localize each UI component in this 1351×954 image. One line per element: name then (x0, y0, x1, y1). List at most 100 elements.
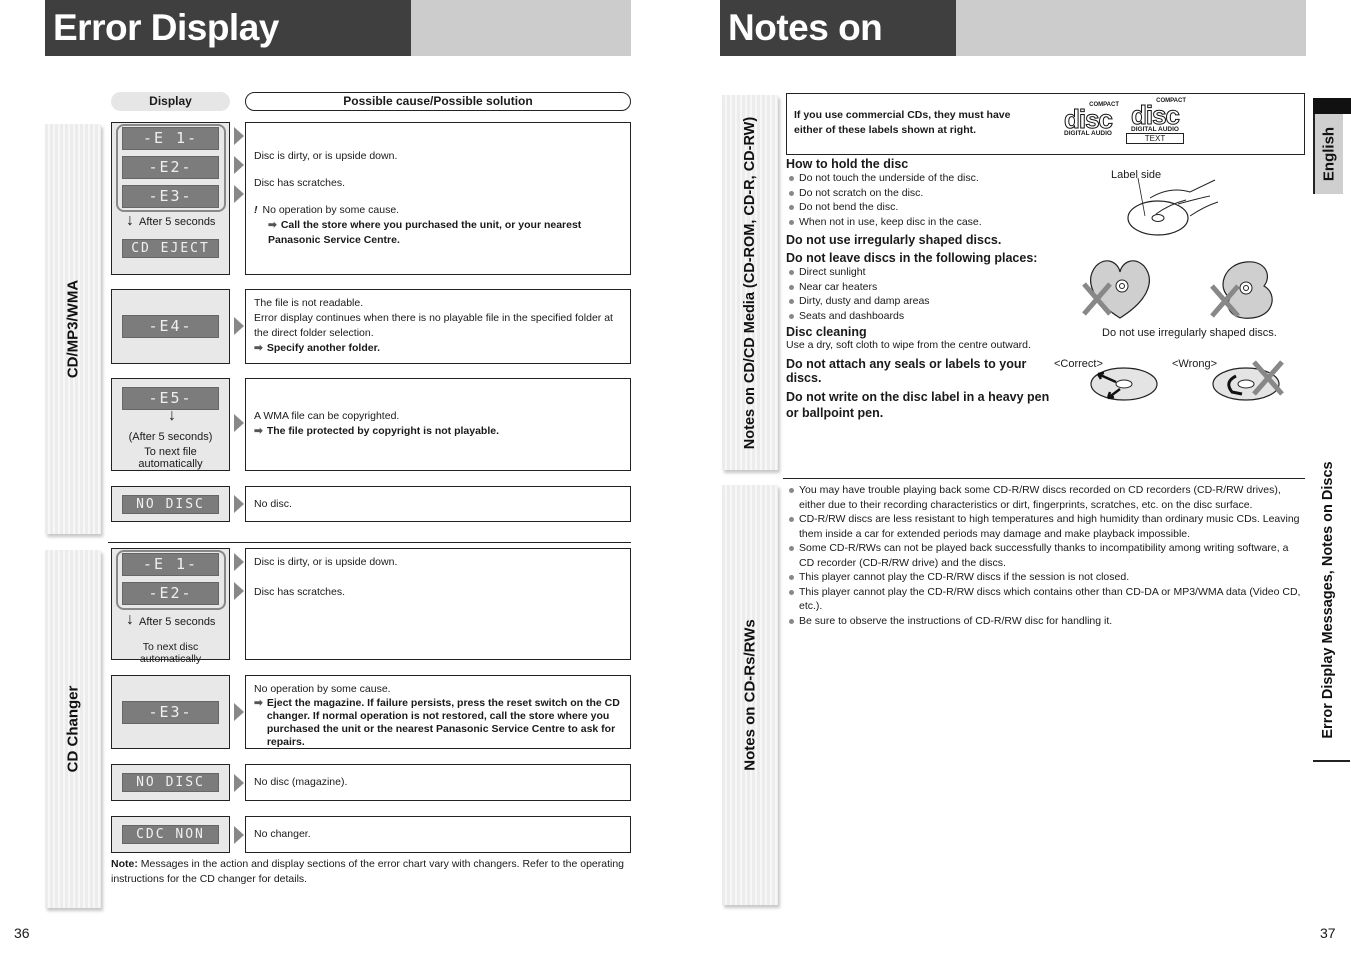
lcd-display: -E2- (122, 582, 219, 605)
display-cell: -E3- (111, 675, 230, 749)
logo-main-text: disc (1130, 100, 1180, 130)
arrow-right-icon: ➡ (254, 697, 263, 709)
list-item: This player cannot play the CD-R/RW disc… (786, 570, 1304, 585)
display-column-header: Display (111, 92, 230, 111)
list-item: This player cannot play the CD-R/RW disc… (786, 585, 1304, 614)
compact-disc-logo: COMPACT disc DIGITAL AUDIO (1057, 102, 1119, 137)
section-label: CD Changer (64, 685, 82, 773)
logo-main-text: disc (1063, 104, 1113, 134)
down-arrow-icon: ↓ (168, 407, 176, 424)
after-label: (After 5 seconds) (128, 431, 213, 443)
hand-holding-disc-illustration (1127, 177, 1219, 236)
list-item: Some CD-R/RWs can not be played back suc… (786, 541, 1304, 570)
lcd-display: -E 1- (122, 127, 219, 150)
pointer-icon (234, 703, 244, 721)
message-text: Disc has scratches. (254, 177, 346, 189)
irregular-caption: Do not use irregularly shaped discs. (1102, 327, 1277, 339)
cleaning-heading: Disc cleaning (786, 325, 867, 339)
after-note: To next disc automatically (139, 641, 202, 665)
display-cell: NO DISC (111, 764, 230, 801)
section-tab-cd-rs-rws: Notes on CD-Rs/RWs (722, 485, 778, 905)
heart-disc-wrong-illustration (1082, 260, 1150, 319)
section-label: Notes on CD/CD Media (CD-ROM, CD-R, CD-R… (742, 116, 758, 449)
list-item: Direct sunlight (786, 265, 1051, 280)
list-item: Be sure to observe the instructions of C… (786, 614, 1304, 629)
language-tab: English (1313, 114, 1343, 194)
pen-heading: Do not write on the disc label in a heav… (786, 390, 1050, 420)
after-note: To next file automatically (138, 446, 203, 470)
list-item: Seats and dashboards (786, 309, 1051, 324)
list-item: Dirty, dusty and damp areas (786, 294, 1051, 309)
logo-bottom-text: DIGITAL AUDIO (1064, 130, 1112, 137)
pointer-icon (234, 317, 244, 335)
pointer-icon (234, 826, 244, 844)
message-text: A WMA file can be copyrighted. (254, 410, 400, 422)
note-text: Messages in the action and display secti… (111, 858, 625, 885)
display-cell: -E4- (111, 289, 230, 364)
message-text: No disc (magazine). (254, 776, 348, 788)
message-text: Disc has scratches. (254, 586, 346, 598)
list-item: Do not touch the underside of the disc. (786, 171, 1051, 186)
pointer-icon (234, 582, 244, 600)
pointer-icon (234, 414, 244, 432)
wrong-wipe-illustration (1212, 360, 1284, 401)
section-divider (783, 478, 1305, 479)
side-footer-rule (1313, 760, 1350, 762)
odd-shape-disc-wrong-illustration (1210, 261, 1273, 319)
seals-heading: Do not attach any seals or labels to you… (786, 357, 1027, 385)
message-text: Disc is dirty, or is upside down. (254, 150, 398, 162)
list-item: When not in use, keep disc in the case. (786, 215, 1051, 230)
compact-disc-text-logo: COMPACT disc DIGITAL AUDIO TEXT (1124, 98, 1186, 144)
message-text: Error display continues when there is no… (254, 312, 613, 339)
display-cell: CDC NON (111, 816, 230, 853)
message-cell: No disc. (245, 486, 631, 522)
language-tab-top (1313, 98, 1351, 114)
lcd-display: NO DISC (122, 773, 219, 792)
message-text: No changer. (254, 828, 311, 840)
section-tab-cd-media: Notes on CD/CD Media (CD-ROM, CD-R, CD-R… (722, 95, 778, 470)
logo-extra-text: TEXT (1126, 133, 1184, 144)
message-text: Disc is dirty, or is upside down. (254, 556, 398, 568)
how-to-hold-list: Do not touch the underside of the disc. … (786, 171, 1051, 229)
list-item: Do not bend the disc. (786, 200, 1051, 215)
places-heading: Do not leave discs in the following plac… (786, 251, 1038, 265)
message-text: No disc. (254, 498, 292, 510)
pointer-icon (234, 553, 244, 571)
message-cell: Disc is dirty, or is upside down. Disc h… (245, 548, 631, 660)
display-cell: NO DISC (111, 486, 230, 522)
action-text: Specify another folder. (266, 342, 381, 354)
section-tab-cd-mp3-wma: CD/MP3/WMA (45, 124, 101, 534)
lcd-display: CDC NON (122, 825, 219, 844)
lcd-display: NO DISC (122, 495, 219, 514)
list-item: CD-R/RW discs are less resistant to high… (786, 512, 1304, 541)
list-item: Near car heaters (786, 280, 1051, 295)
section-label: CD/MP3/WMA (64, 279, 82, 379)
language-label: English (1320, 126, 1338, 182)
message-text: No operation by some cause. (254, 683, 391, 695)
display-cell: -E5- ↓ (After 5 seconds) To next file au… (111, 378, 230, 471)
action-text: Eject the magazine. If failure persists,… (266, 697, 620, 748)
side-footer-text: Error Display Messages, Notes on Discs (1320, 461, 1336, 739)
note-label: Note: (111, 858, 138, 870)
section-divider (108, 542, 631, 543)
down-arrow-icon: ↓ (126, 212, 134, 229)
list-item: Do not scratch on the disc. (786, 186, 1051, 201)
section-label: Notes on CD-Rs/RWs (741, 619, 759, 771)
cause-column-header: Possible cause/Possible solution (245, 92, 631, 111)
arrow-right-icon: ➡ (254, 342, 263, 354)
left-page-title: Error Display Messages (45, 0, 411, 104)
places-list: Direct sunlight Near car heaters Dirty, … (786, 265, 1051, 323)
display-cell: -E 1- -E2- ↓ After 5 seconds To next dis… (111, 548, 230, 665)
how-to-hold-heading: How to hold the disc (786, 157, 909, 171)
disc-handling-notes: How to hold the disc Do not touch the un… (786, 157, 1051, 421)
lcd-display: -E3- (122, 701, 219, 724)
message-cell: Disc is dirty, or is upside down. Disc h… (245, 122, 631, 275)
message-cell: The file is not readable. Error display … (245, 289, 631, 364)
action-text: The file protected by copyright is not p… (266, 425, 500, 437)
lcd-display: CD EJECT (122, 239, 219, 258)
correct-wipe-illustration (1090, 367, 1158, 401)
pointer-icon (234, 495, 244, 513)
pointer-icon (234, 127, 244, 145)
page-number-right: 37 (1320, 925, 1336, 941)
down-arrow-icon: ↓ (126, 611, 134, 628)
